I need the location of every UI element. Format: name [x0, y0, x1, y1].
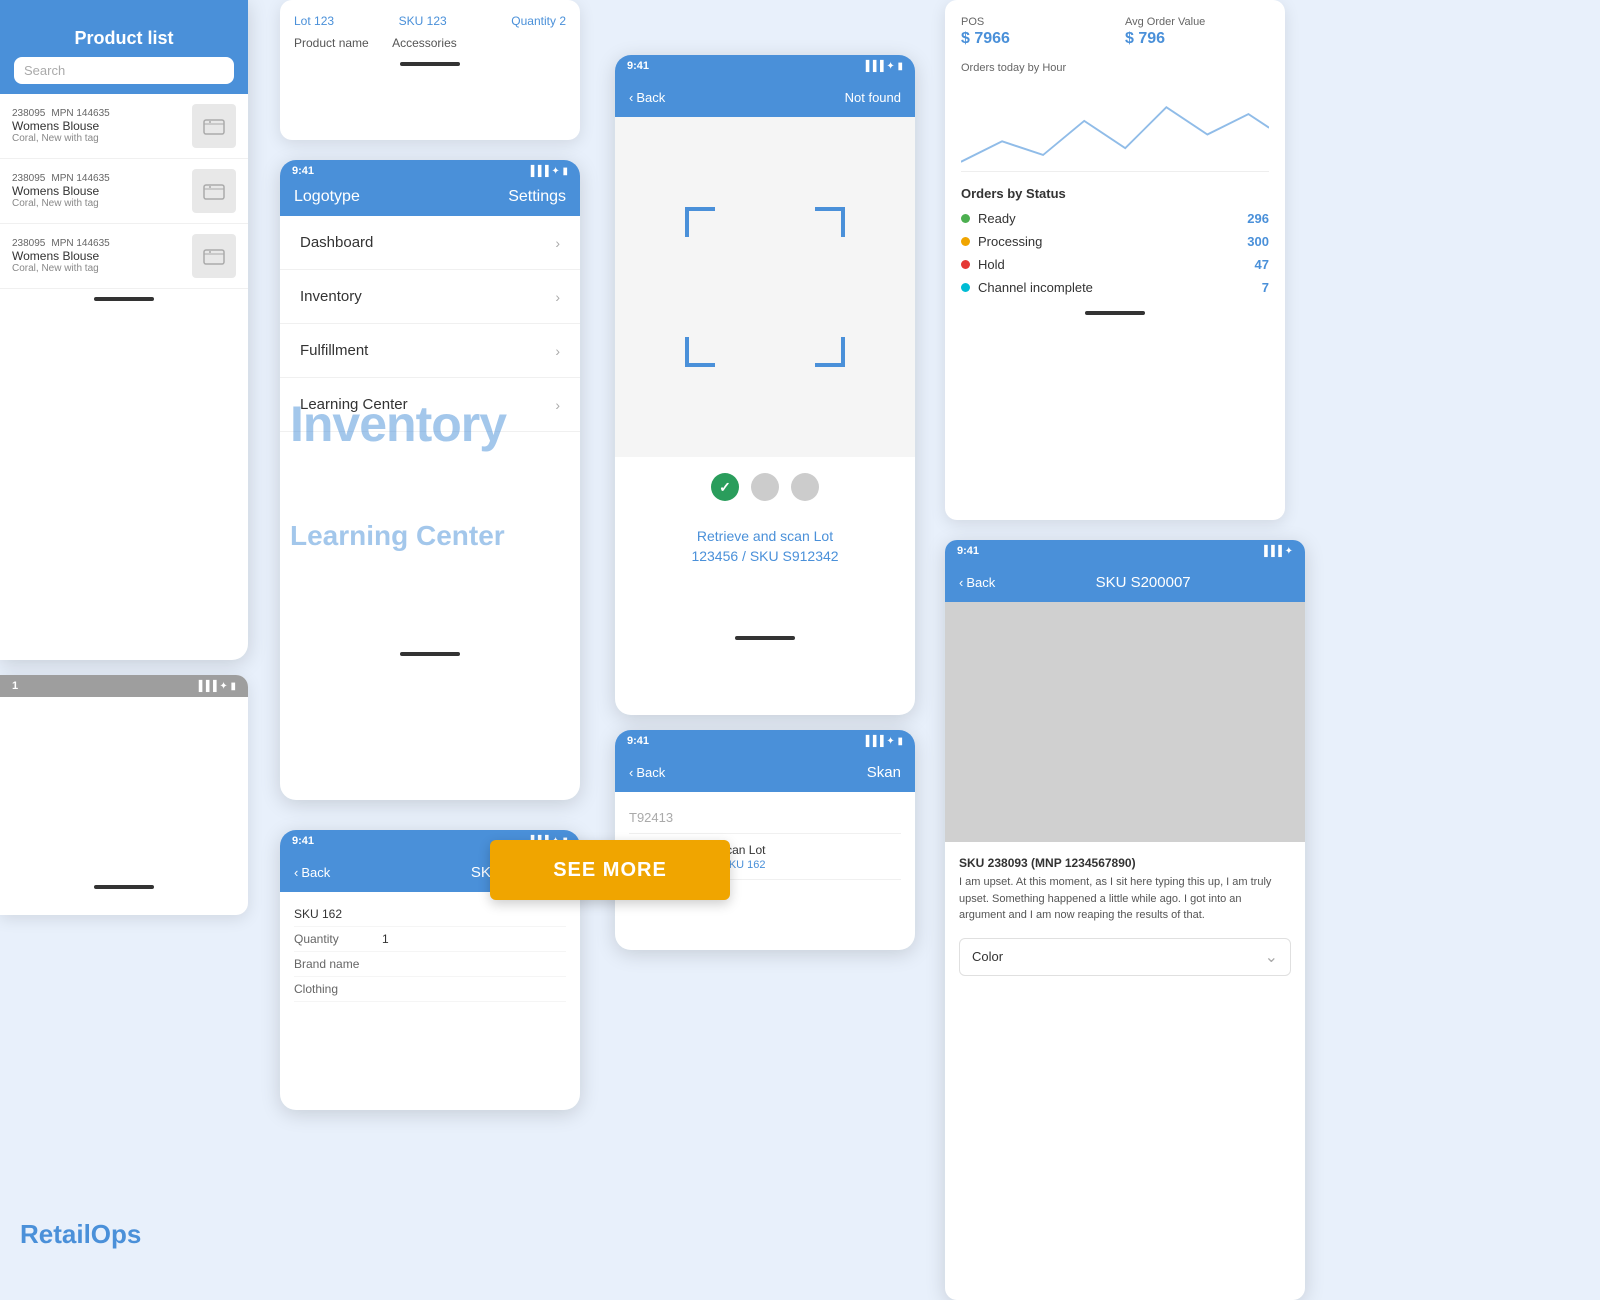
status-ready: Ready 296: [961, 211, 1269, 226]
card-row-ids: Lot 123 SKU 123 Quantity 2: [294, 14, 566, 28]
product-thumbnail: [192, 104, 236, 148]
back-button[interactable]: ‹ Back: [959, 575, 995, 590]
stat-pos: POS $ 7966: [961, 16, 1105, 48]
inventory-overlay-text: Inventory: [290, 395, 506, 453]
step-dot-3: [791, 473, 819, 501]
scroll-indicator: [735, 636, 795, 640]
corner-bl: [685, 337, 715, 367]
scanner-nav-bar: ‹ Back Not found: [615, 77, 915, 117]
corner-tl: [685, 207, 715, 237]
sku-description: I am upset. At this moment, as I sit her…: [959, 874, 1291, 924]
sku-color-field[interactable]: Color ⌄: [959, 938, 1291, 976]
corner-br: [815, 337, 845, 367]
dashboard-stats: POS $ 7966 Avg Order Value $ 796: [961, 16, 1269, 48]
scan-list-item: T92413: [629, 802, 901, 834]
search-input[interactable]: Search: [14, 57, 234, 84]
menu-item-inventory[interactable]: Inventory ›: [280, 270, 580, 324]
panel-sku-detail: 9:41 ▐▐▐ ✦ ‹ Back SKU S200007 SKU 238093…: [945, 540, 1305, 1300]
chevron-right-icon: ›: [555, 235, 560, 251]
panel-bottom-left: 1 ▐▐▐ ✦ ▮: [0, 675, 248, 915]
product-thumbnail: [192, 234, 236, 278]
panel-scanner: 9:41 ▐▐▐ ✦ ▮ ‹ Back Not found Retrieve a…: [615, 55, 915, 715]
sku-product-image: [945, 602, 1305, 842]
brand-label: RetailOps: [20, 1219, 141, 1250]
corner-tr: [815, 207, 845, 237]
panel-dashboard: POS $ 7966 Avg Order Value $ 796 Orders …: [945, 0, 1285, 520]
menu-item-fulfillment[interactable]: Fulfillment ›: [280, 324, 580, 378]
status-dot-hold: [961, 260, 970, 269]
orders-chart: Orders today by Hour: [961, 62, 1269, 172]
sku-detail-nav: ‹ Back SKU S200007: [945, 562, 1305, 602]
scanner-step-dots: [615, 457, 915, 517]
scroll-indicator: [94, 885, 154, 889]
back-button[interactable]: ‹ Back: [629, 765, 665, 780]
back-arrow-icon: ‹: [959, 575, 963, 590]
back-arrow-icon: ‹: [629, 765, 633, 780]
status-hold: Hold 47: [961, 257, 1269, 272]
back-button[interactable]: ‹ Back: [629, 90, 665, 105]
chevron-down-icon: ⌄: [1265, 947, 1278, 967]
panel-top-product-card: Lot 123 SKU 123 Quantity 2 Product name …: [280, 0, 580, 140]
list-item[interactable]: 238095MPN 144635 Womens Blouse Coral, Ne…: [0, 159, 248, 224]
status-dot-channel: [961, 283, 970, 292]
panel-nav-menu: 9:41 ▐▐▐ ✦ ▮ Logotype Settings Dashboard…: [280, 160, 580, 800]
chevron-right-icon: ›: [555, 289, 560, 305]
step-dot-2: [751, 473, 779, 501]
scan-frame: [685, 207, 845, 367]
product-list-header: Product list Search: [0, 0, 248, 94]
scanner-viewfinder: [615, 117, 915, 457]
status-bar: 9:41 ▐▐▐ ✦ ▮: [280, 160, 580, 182]
scan-bottom-nav: ‹ Back Skan: [615, 752, 915, 792]
product-thumbnail: [192, 169, 236, 213]
sku-body: SKU 238093 (MNP 1234567890) I am upset. …: [945, 842, 1305, 998]
learning-center-overlay-text: Learning Center: [290, 520, 505, 552]
status-bar: 1 ▐▐▐ ✦ ▮: [0, 675, 248, 697]
see-more-button[interactable]: SEE MORE: [490, 840, 730, 900]
sku-detail-rows: SKU 162 Quantity 1 Brand name Clothing: [280, 892, 580, 1012]
chevron-right-icon: ›: [555, 343, 560, 359]
nav-menu-header: Logotype Settings: [280, 182, 580, 216]
back-arrow-icon: ‹: [294, 865, 298, 880]
menu-item-dashboard[interactable]: Dashboard ›: [280, 216, 580, 270]
scroll-indicator: [400, 62, 460, 66]
stat-avg-order: Avg Order Value $ 796: [1125, 16, 1269, 48]
sku-row-quantity: Quantity 1: [294, 927, 566, 952]
scanner-instruction: Retrieve and scan Lot 123456 / SKU S9123…: [615, 517, 915, 576]
list-item[interactable]: 238095MPN 144635 Womens Blouse Coral, Ne…: [0, 94, 248, 159]
sku-row-category: Clothing: [294, 977, 566, 1002]
panel-product-list: Product list Search 238095MPN 144635 Wom…: [0, 0, 248, 660]
status-bar: 9:41 ▐▐▐ ✦ ▮: [615, 55, 915, 77]
sku-row-sku: SKU 162: [294, 902, 566, 927]
sku-id-title: SKU 238093 (MNP 1234567890): [959, 856, 1291, 870]
chevron-right-icon: ›: [555, 397, 560, 413]
list-item[interactable]: 238095MPN 144635 Womens Blouse Coral, Ne…: [0, 224, 248, 289]
status-bar: 9:41 ▐▐▐ ✦ ▮: [615, 730, 915, 752]
scroll-indicator: [1085, 311, 1145, 315]
status-channel-incomplete: Channel incomplete 7: [961, 280, 1269, 295]
step-dot-1: [711, 473, 739, 501]
status-bar: 9:41 ▐▐▐ ✦: [945, 540, 1305, 562]
sku-row-brand: Brand name: [294, 952, 566, 977]
scroll-indicator: [400, 652, 460, 656]
status-processing: Processing 300: [961, 234, 1269, 249]
scroll-indicator: [94, 297, 154, 301]
product-list-title: Product list: [14, 28, 234, 49]
back-button[interactable]: ‹ Back: [294, 865, 330, 880]
status-dot-processing: [961, 237, 970, 246]
back-arrow-icon: ‹: [629, 90, 633, 105]
status-dot-ready: [961, 214, 970, 223]
